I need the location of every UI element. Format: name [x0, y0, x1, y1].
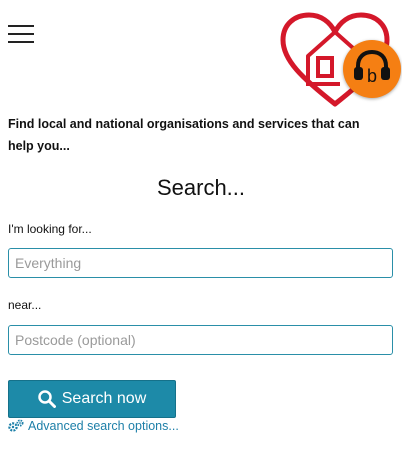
magnifier-icon	[38, 390, 56, 408]
search-now-button[interactable]: Search now	[8, 380, 176, 418]
postcode-input[interactable]	[8, 325, 393, 355]
headphones-b-icon: b	[354, 49, 390, 86]
advanced-search-label: Advanced search options...	[28, 419, 179, 433]
search-heading: Search...	[156, 175, 246, 200]
search-now-label: Search now	[61, 390, 147, 407]
menu-bar	[8, 41, 34, 43]
svg-text:b: b	[367, 66, 377, 86]
gears-icon	[8, 419, 24, 432]
intro-text: Find local and national organisations an…	[8, 117, 360, 153]
audio-assist-button[interactable]: b	[343, 40, 401, 98]
menu-bar	[8, 33, 34, 35]
looking-for-label: I'm looking for...	[8, 222, 92, 236]
near-label: near...	[8, 298, 42, 312]
menu-button[interactable]	[8, 24, 34, 44]
advanced-search-link[interactable]: Advanced search options...	[8, 419, 179, 433]
menu-bar	[8, 25, 34, 27]
looking-for-input[interactable]	[8, 248, 393, 278]
